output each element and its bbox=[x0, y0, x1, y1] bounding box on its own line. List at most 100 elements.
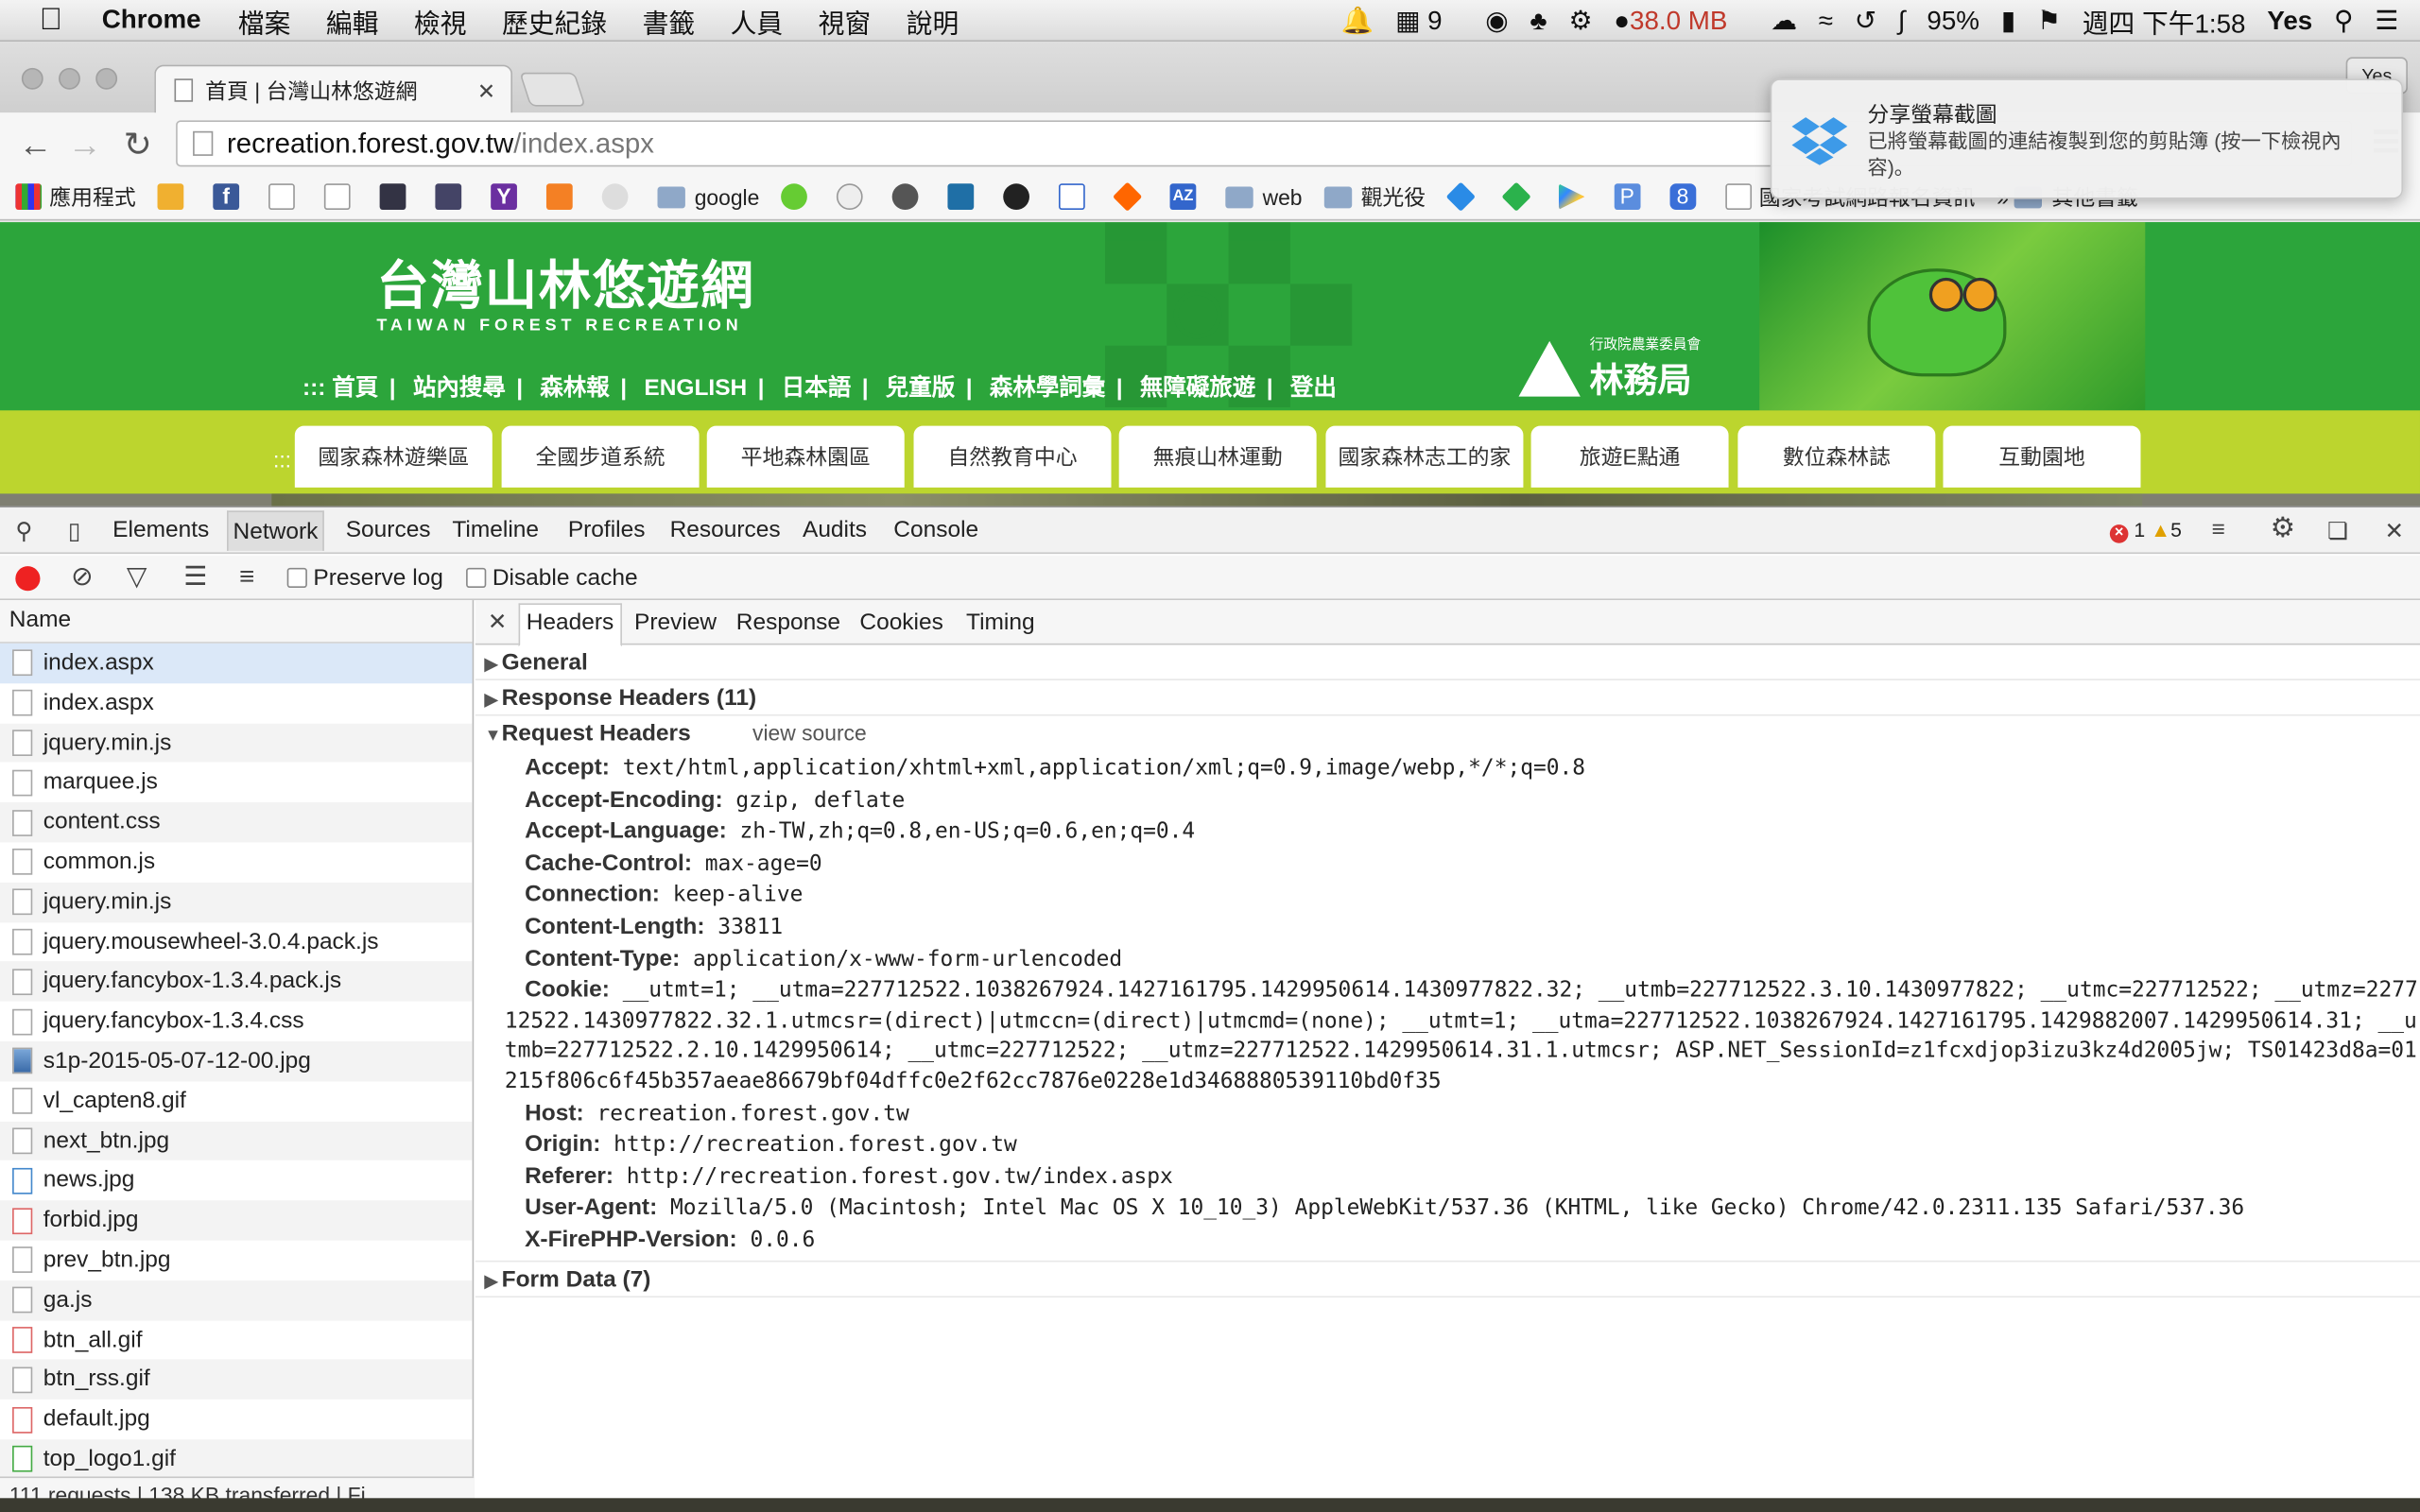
tab-profiles[interactable]: Profiles bbox=[568, 517, 646, 543]
back-arrow-icon[interactable]: ← bbox=[19, 125, 53, 164]
section-form-data[interactable]: ▶ Form Data (7) bbox=[475, 1262, 2420, 1297]
category-interactive[interactable]: 互動園地 bbox=[1943, 425, 2141, 488]
nav-forest-news[interactable]: 森林報 bbox=[540, 375, 609, 402]
tab-resources[interactable]: Resources bbox=[670, 517, 781, 543]
zoom-window-button[interactable] bbox=[95, 67, 118, 90]
tab-sources[interactable]: Sources bbox=[346, 517, 431, 543]
bookmark-p[interactable]: P bbox=[1614, 183, 1648, 211]
request-row[interactable]: ga.js bbox=[0, 1280, 473, 1320]
circle-app-icon[interactable]: ◉ bbox=[1485, 6, 1508, 37]
tab-timeline[interactable]: Timeline bbox=[452, 517, 539, 543]
section-general[interactable]: ▶ General bbox=[475, 644, 2420, 680]
request-row[interactable]: jquery.min.js bbox=[0, 723, 473, 764]
battery-percent[interactable]: 95% bbox=[1927, 6, 1979, 37]
nav-english[interactable]: ENGLISH bbox=[644, 375, 747, 402]
bookmark-orange[interactable] bbox=[1113, 181, 1149, 212]
request-row[interactable]: prev_btn.jpg bbox=[0, 1241, 473, 1280]
tab-headers[interactable]: Headers bbox=[518, 603, 622, 647]
request-row[interactable]: top_logo1.gif bbox=[0, 1439, 473, 1480]
request-row[interactable]: next_btn.jpg bbox=[0, 1121, 473, 1161]
request-row[interactable]: jquery.fancybox-1.3.4.css bbox=[0, 1002, 473, 1041]
nav-kids[interactable]: 兒童版 bbox=[886, 375, 955, 402]
request-row[interactable]: news.jpg bbox=[0, 1160, 473, 1200]
bookmark-img-1[interactable] bbox=[379, 183, 414, 211]
evernote-icon[interactable]: ♣ bbox=[1530, 6, 1547, 37]
disable-cache-checkbox[interactable]: Disable cache bbox=[466, 565, 638, 591]
bookmark-google[interactable]: google bbox=[657, 184, 759, 209]
bookmark-page-1[interactable] bbox=[268, 183, 302, 211]
bookmark-facebook[interactable]: f bbox=[213, 183, 247, 211]
menu-people[interactable]: 人員 bbox=[731, 1, 784, 40]
request-row[interactable]: common.js bbox=[0, 842, 473, 882]
menu-bookmarks[interactable]: 書籤 bbox=[643, 1, 696, 40]
tab-network[interactable]: Network bbox=[226, 510, 324, 551]
bookmark-apps[interactable]: 應用程式 bbox=[15, 181, 136, 213]
bookmark-tourism[interactable]: 觀光役 bbox=[1323, 181, 1426, 213]
memory-monitor-icon[interactable]: ●38.0 MB bbox=[1614, 6, 1749, 37]
category-plains-forest-parks[interactable]: 平地森林園區 bbox=[706, 425, 905, 488]
new-tab-button[interactable] bbox=[519, 72, 586, 107]
time-machine-icon[interactable]: ↺ bbox=[1855, 6, 1876, 37]
close-window-button[interactable] bbox=[21, 67, 43, 90]
app-menu[interactable]: Chrome bbox=[102, 5, 201, 36]
settings-gear-icon[interactable]: ⚙ bbox=[2271, 512, 2295, 544]
clear-icon[interactable]: ⊘ bbox=[71, 561, 93, 593]
request-row[interactable]: jquery.min.js bbox=[0, 882, 473, 922]
tab-timing[interactable]: Timing bbox=[966, 610, 1035, 636]
close-detail-icon[interactable]: ✕ bbox=[488, 608, 508, 636]
bookmark-github[interactable] bbox=[1003, 183, 1037, 211]
preserve-log-checkbox[interactable]: Preserve log bbox=[286, 565, 443, 591]
bookmark-box[interactable] bbox=[157, 183, 192, 211]
category-leave-no-trace[interactable]: 無痕山林運動 bbox=[1118, 425, 1317, 488]
tab-audits[interactable]: Audits bbox=[803, 517, 867, 543]
request-row[interactable]: forbid.jpg bbox=[0, 1200, 473, 1241]
request-row[interactable]: btn_rss.gif bbox=[0, 1359, 473, 1400]
bookmark-dropbox[interactable] bbox=[1445, 181, 1481, 212]
tab-response[interactable]: Response bbox=[736, 610, 840, 636]
request-row[interactable]: content.css bbox=[0, 802, 473, 843]
close-devtools-icon[interactable]: ✕ bbox=[2384, 517, 2404, 545]
menu-history[interactable]: 歷史紀錄 bbox=[502, 1, 607, 40]
bookmark-az[interactable]: AZ bbox=[1169, 183, 1204, 211]
notification-center-icon[interactable]: ☰ bbox=[2375, 6, 2398, 37]
request-row[interactable]: index.aspx bbox=[0, 683, 473, 723]
console-drawer-icon[interactable]: ≡ bbox=[2212, 517, 2225, 543]
request-row[interactable]: s1p-2015-05-07-12-00.jpg bbox=[0, 1040, 473, 1082]
inspect-search-icon[interactable]: ⚲ bbox=[15, 517, 32, 545]
apple-menu-icon[interactable]:  bbox=[0, 2, 102, 38]
tab-elements[interactable]: Elements bbox=[112, 517, 209, 543]
forestry-bureau-logo[interactable]: 行政院農業委員會 林務局 bbox=[1518, 334, 1701, 403]
view-source-link[interactable]: view source bbox=[752, 720, 867, 745]
nav-accessible-travel[interactable]: 無障礙旅遊 bbox=[1140, 375, 1255, 402]
close-tab-icon[interactable]: ✕ bbox=[477, 78, 495, 105]
category-digital-forest[interactable]: 數位森林誌 bbox=[1737, 425, 1936, 488]
forward-arrow-icon[interactable]: → bbox=[68, 125, 102, 164]
console-counts[interactable]: × 1 ▲5 bbox=[2109, 519, 2182, 543]
category-travel-e-point[interactable]: 旅遊E點通 bbox=[1530, 425, 1729, 488]
bookmark-feedly[interactable] bbox=[1500, 181, 1537, 212]
site-logo[interactable]: 台灣山林悠遊網 TAIWAN FOREST RECREATION bbox=[376, 244, 754, 335]
tab-preview[interactable]: Preview bbox=[634, 610, 717, 636]
bookmark-play[interactable] bbox=[1558, 183, 1593, 211]
section-request-headers[interactable]: ▼Request Headers view source bbox=[475, 716, 2420, 752]
record-icon[interactable] bbox=[15, 566, 41, 592]
nav-logout[interactable]: 登出 bbox=[1290, 375, 1337, 402]
nav-search[interactable]: 站內搜尋 bbox=[413, 375, 506, 402]
spotlight-icon[interactable]: ⚲ bbox=[2334, 6, 2353, 37]
category-trails[interactable]: 全國步道系統 bbox=[501, 425, 700, 488]
dock-side-icon[interactable]: ❏ bbox=[2327, 517, 2348, 545]
bluetooth-icon[interactable]: ∫ bbox=[1898, 6, 1906, 37]
gamepad-icon[interactable]: ⚙ bbox=[1568, 6, 1592, 37]
menu-view[interactable]: 檢視 bbox=[414, 1, 467, 40]
device-mode-icon[interactable]: ▯ bbox=[68, 517, 80, 545]
nav-japanese[interactable]: 日本語 bbox=[782, 375, 851, 402]
input-flag-icon[interactable]: ⚑ bbox=[2037, 6, 2061, 37]
request-row[interactable]: btn_all.gif bbox=[0, 1320, 473, 1360]
menu-window[interactable]: 視窗 bbox=[819, 1, 872, 40]
notification-bell-icon[interactable]: 🔔 bbox=[1341, 6, 1374, 37]
filter-icon[interactable]: ▽ bbox=[127, 561, 147, 593]
category-nature-education[interactable]: 自然教育中心 bbox=[913, 425, 1112, 488]
bookmark-stack[interactable] bbox=[545, 183, 580, 211]
cloud-icon[interactable]: ☁ bbox=[1771, 6, 1797, 37]
bookmark-ytmp3[interactable] bbox=[1059, 183, 1093, 211]
